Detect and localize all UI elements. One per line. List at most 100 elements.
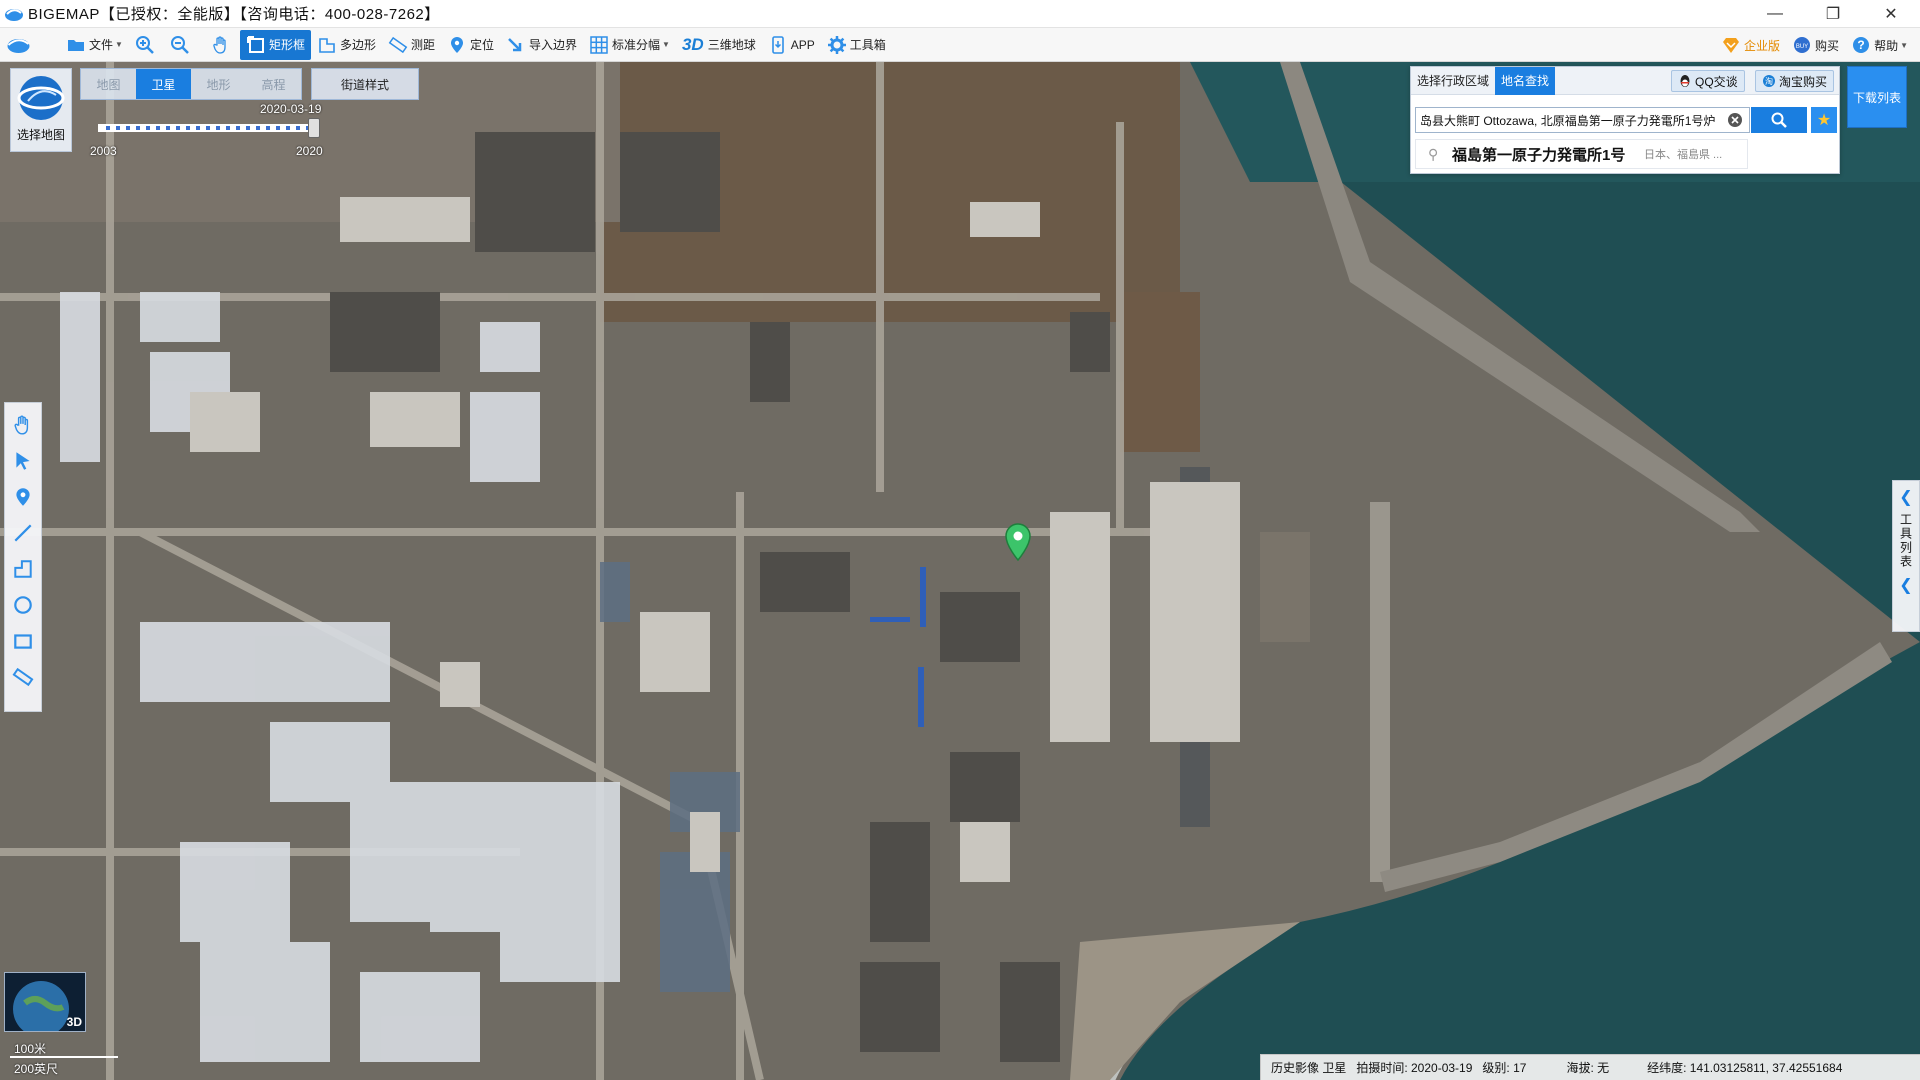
left-tool-measure[interactable]: [8, 659, 38, 695]
folder-icon: [68, 39, 84, 51]
restore-button[interactable]: ❐: [1804, 0, 1862, 28]
3d-label: 3D: [66, 1015, 82, 1029]
scale-imperial: 200英尺: [14, 1062, 59, 1076]
tab-map[interactable]: 地图: [81, 69, 136, 99]
pan-button[interactable]: [205, 30, 240, 60]
ruler-icon: [12, 667, 34, 687]
tool-list-panel-toggle[interactable]: ❮ 工具列表 ❮: [1892, 480, 1920, 632]
globe-icon: [17, 76, 65, 120]
satellite-map-canvas[interactable]: 选择地图 地图 卫星 地形 高程 街道样式 2020-03-19 2003 20…: [0, 62, 1920, 1080]
file-menu-button[interactable]: 文件 ▼: [60, 30, 129, 60]
street-style-button[interactable]: 街道样式: [311, 68, 419, 100]
map-status-bar: 历史影像 卫星 拍摄时间: 2020-03-19 级别: 17 海拔: 无 经纬…: [1260, 1054, 1920, 1080]
polygon-button[interactable]: 多边形: [311, 30, 382, 60]
status-imagery-type: 历史影像 卫星: [1271, 1061, 1347, 1075]
import-boundary-label: 导入边界: [529, 38, 578, 52]
select-map-widget[interactable]: 选择地图: [10, 68, 72, 152]
tab-place-search[interactable]: 地名查找: [1495, 66, 1556, 95]
main-toolbar: 文件 ▼ 矩形框 多边形 测距 定位 导入边界 标准分幅 ▼ 3D 三维地球 APP: [0, 28, 1920, 62]
select-map-label: 选择地图: [16, 128, 65, 142]
history-timeline[interactable]: 2020-03-19 2003 2020: [90, 102, 328, 158]
left-tool-circle[interactable]: [8, 587, 38, 623]
rectangle-select-icon: [246, 35, 264, 53]
left-drawing-tools: [4, 402, 42, 712]
enterprise-label: 企业版: [1744, 38, 1781, 53]
circle-icon: [14, 596, 32, 614]
locate-button[interactable]: 定位: [441, 30, 500, 60]
phone-icon: [771, 35, 784, 54]
tab-terrain[interactable]: 地形: [191, 69, 246, 99]
toolbox-button[interactable]: 工具箱: [821, 30, 892, 60]
satellite-imagery: [0, 62, 1920, 1080]
zoom-out-icon: [170, 35, 189, 54]
left-tool-line[interactable]: [8, 515, 38, 551]
import-boundary-button[interactable]: 导入边界: [500, 30, 583, 60]
app-label: APP: [790, 37, 815, 52]
gear-icon: [827, 35, 846, 54]
file-menu-label: 文件: [89, 38, 114, 52]
rectangle-icon: [14, 634, 32, 649]
minimize-button[interactable]: —: [1746, 0, 1804, 28]
search-icon: [1771, 112, 1787, 128]
svg-text:BUY: BUY: [1796, 44, 1808, 50]
help-icon: ?: [1853, 37, 1870, 53]
tab-satellite[interactable]: 卫星: [136, 69, 191, 99]
standard-sheet-label: 标准分幅: [612, 38, 661, 52]
app-logo-icon: [5, 8, 23, 21]
pan-hand-icon: [14, 415, 29, 435]
rectangle-select-button[interactable]: 矩形框: [239, 29, 311, 60]
left-tool-pan[interactable]: [8, 407, 38, 443]
favorite-star-icon[interactable]: ★: [1811, 107, 1837, 133]
timeline-track[interactable]: [98, 124, 320, 132]
enterprise-button[interactable]: 企业版: [1715, 30, 1786, 60]
cloud-menu-button[interactable]: [0, 30, 40, 60]
toolbox-label: 工具箱: [849, 38, 886, 52]
close-button[interactable]: ✕: [1862, 0, 1920, 28]
line-icon: [14, 524, 32, 542]
measure-distance-button[interactable]: 测距: [382, 30, 441, 60]
place-search-input[interactable]: 岛县大熊町 Ottozawa, 北原福島第一原子力発電所1号炉: [1415, 107, 1750, 133]
3d-globe-button[interactable]: 3D 三维地球: [676, 30, 762, 60]
chevron-left-icon: ❮: [1899, 489, 1913, 506]
tab-select-admin-region[interactable]: 选择行政区域: [1411, 67, 1495, 95]
buy-label: 购买: [1815, 38, 1840, 53]
measure-distance-label: 测距: [410, 38, 435, 52]
scale-metric: 100米: [14, 1042, 47, 1056]
result-name: 福島第一原子力発電所1号: [1452, 146, 1626, 164]
standard-sheet-button[interactable]: 标准分幅 ▼: [583, 30, 676, 60]
search-button[interactable]: [1751, 107, 1807, 133]
zoom-out-button[interactable]: [164, 30, 199, 60]
buy-button[interactable]: BUY 购买: [1786, 30, 1845, 60]
qq-penguin-icon: [1680, 75, 1690, 87]
qq-chat-button[interactable]: QQ交谈: [1671, 70, 1745, 92]
clear-search-icon[interactable]: [1727, 112, 1743, 128]
left-tool-polygon[interactable]: [8, 551, 38, 587]
3d-globe-thumbnail[interactable]: 3D: [4, 972, 86, 1032]
tab-elevation[interactable]: 高程: [246, 69, 301, 99]
timeline-thumb[interactable]: [308, 118, 320, 138]
left-tool-select[interactable]: [8, 443, 38, 479]
pan-hand-icon: [213, 35, 226, 54]
location-pin-icon: [450, 36, 463, 53]
search-result-item[interactable]: ⚲ 福島第一原子力発電所1号 日本、福島県 ...: [1415, 139, 1748, 169]
zoom-in-button[interactable]: [129, 30, 164, 60]
left-tool-rectangle[interactable]: [8, 623, 38, 659]
timeline-start-year: 2003: [90, 144, 117, 158]
left-tool-point[interactable]: [8, 479, 38, 515]
map-type-tabs: 地图 卫星 地形 高程: [80, 68, 302, 100]
taobao-buy-button[interactable]: 淘 淘宝购买: [1755, 70, 1835, 92]
app-button[interactable]: APP: [762, 30, 821, 60]
locate-label: 定位: [469, 38, 494, 52]
timeline-end-year: 2020: [296, 144, 323, 158]
download-list-button[interactable]: 下载列表: [1847, 66, 1907, 128]
help-label: 帮助: [1874, 38, 1899, 53]
status-altitude: 海拔: 无: [1566, 1061, 1610, 1075]
help-button[interactable]: ? 帮助 ▼: [1845, 30, 1914, 60]
pointer-arrow-icon: [16, 452, 30, 470]
result-region: 日本、福島県 ...: [1644, 149, 1723, 161]
tool-list-label: 工具列表: [1898, 513, 1913, 569]
svg-text:淘: 淘: [1765, 76, 1773, 86]
window-title: BIGEMAP【已授权：全能版】【咨询电话：400-028-7262】: [28, 6, 440, 23]
polygon-label: 多边形: [339, 38, 376, 52]
enterprise-icon: [1723, 38, 1740, 53]
